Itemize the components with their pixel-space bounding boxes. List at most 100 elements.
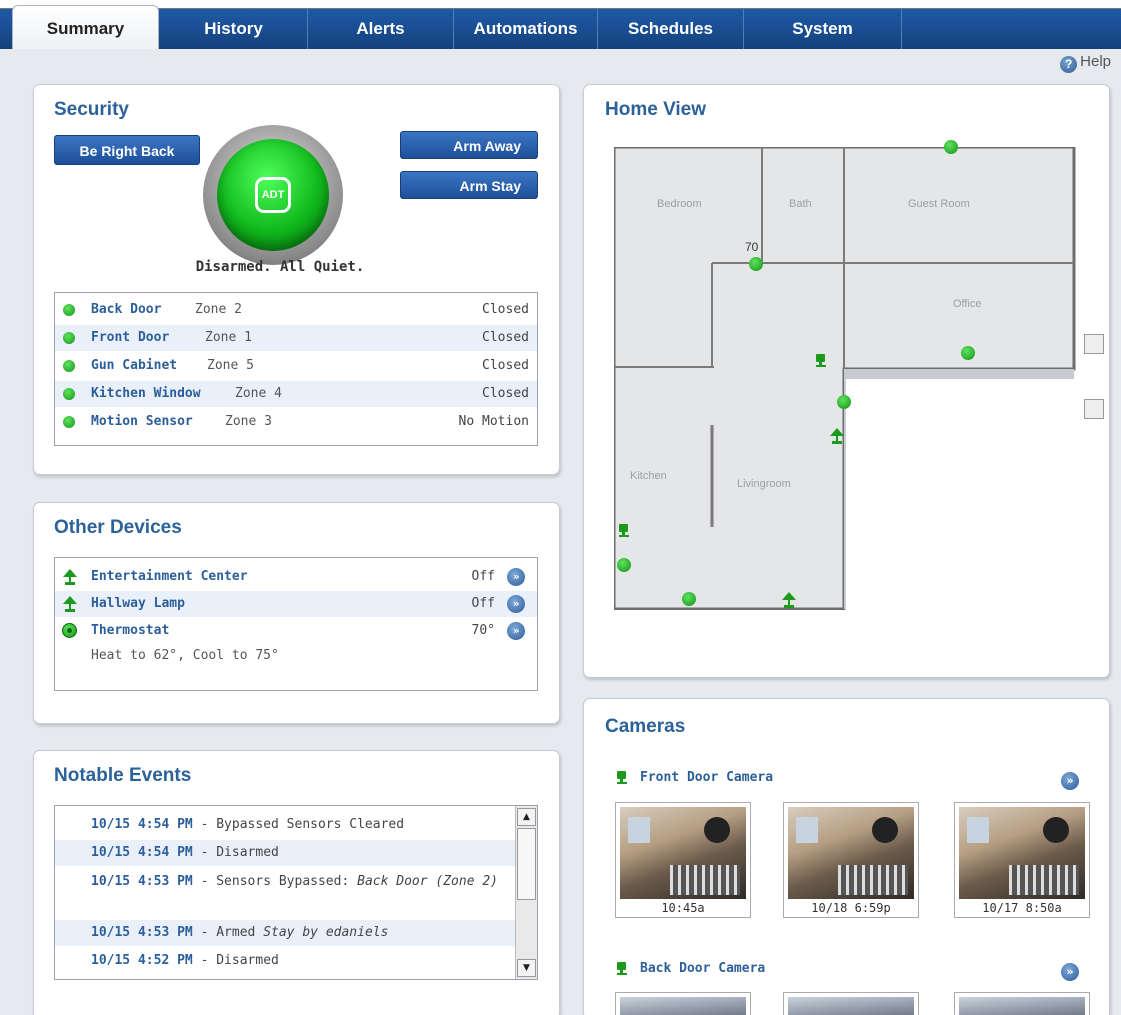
camera-thumbnail[interactable]: 10/17 8:50a [954, 802, 1090, 918]
arm-away-button[interactable]: Arm Away [400, 131, 538, 159]
device-details-button[interactable]: » [507, 595, 525, 613]
device-row[interactable]: Entertainment Center Off » [55, 564, 537, 590]
camera-icon[interactable] [815, 354, 827, 367]
zone-name[interactable]: Back Door [91, 302, 161, 317]
tab-system[interactable]: System [744, 9, 902, 49]
camera-thumbnail[interactable]: 10/18 6:59p [783, 802, 919, 918]
event-detail: Back Door (Zone 2) [357, 874, 499, 889]
camera-thumbnail[interactable]: 10:45a [615, 802, 751, 918]
zone-number: Zone 5 [207, 358, 254, 373]
event-time: 10/15 4:54 PM [91, 845, 193, 860]
zone-list: Back Door Zone 2 Closed Front Door Zone … [54, 292, 538, 446]
thermostat-detail-row: Heat to 62°, Cool to 75° [55, 643, 537, 669]
sensor-dot[interactable] [944, 140, 958, 154]
front-door-camera-title[interactable]: Front Door Camera [640, 770, 773, 785]
camera-thumbnail[interactable] [615, 992, 751, 1015]
zone-row[interactable]: Motion Sensor Zone 3 No Motion [55, 409, 537, 435]
scroll-thumb[interactable] [517, 828, 536, 900]
device-name[interactable]: Hallway Lamp [91, 596, 185, 611]
event-scrollbar[interactable]: ▲ ▼ [515, 806, 537, 979]
camera-thumbnail[interactable] [783, 992, 919, 1015]
home-view-title: Home View [605, 99, 707, 120]
snapshot-time: 10/18 6:59p [811, 901, 891, 915]
event-time: 10/15 4:53 PM [91, 874, 193, 889]
sensor-dot[interactable] [682, 592, 696, 606]
zone-number: Zone 1 [205, 330, 252, 345]
tab-schedules[interactable]: Schedules [598, 9, 744, 49]
zone-row[interactable]: Front Door Zone 1 Closed [55, 325, 537, 351]
floor-plan-toggle-icon[interactable] [1084, 399, 1104, 419]
sensor-dot[interactable] [617, 558, 631, 572]
security-title: Security [54, 99, 129, 120]
device-row[interactable]: Thermostat 70° » [55, 618, 537, 644]
zone-number: Zone 4 [235, 386, 282, 401]
zone-row[interactable]: Kitchen Window Zone 4 Closed [55, 381, 537, 407]
tab-summary[interactable]: Summary [12, 5, 159, 49]
room-label: Guest Room [908, 198, 970, 210]
zone-row[interactable]: Back Door Zone 2 Closed [55, 297, 537, 323]
zone-state: Closed [482, 386, 529, 401]
zone-name[interactable]: Motion Sensor [91, 414, 193, 429]
tab-bar: Summary History Alerts Automations Sched… [0, 5, 1121, 49]
device-row[interactable]: Hallway Lamp Off » [55, 591, 537, 617]
lamp-icon [63, 596, 77, 612]
adt-light: ADT [217, 139, 329, 251]
be-right-back-button[interactable]: Be Right Back [54, 135, 200, 165]
lamp-icon[interactable] [782, 592, 796, 608]
device-name[interactable]: Entertainment Center [91, 569, 248, 584]
lamp-icon[interactable] [830, 428, 844, 444]
event-time: 10/15 4:54 PM [91, 817, 193, 832]
device-details-button[interactable]: » [507, 622, 525, 640]
zone-state: Closed [482, 302, 529, 317]
device-state: Off [471, 569, 495, 584]
arm-stay-button[interactable]: Arm Stay [400, 171, 538, 199]
camera-snapshot [620, 807, 746, 899]
sensor-dot[interactable] [961, 346, 975, 360]
event-list: 10/15 4:54 PM - Bypassed Sensors Cleared… [54, 805, 538, 980]
zone-ok-icon [63, 416, 75, 428]
camera-snapshot [788, 807, 914, 899]
event-text: - Disarmed [192, 953, 279, 968]
back-door-camera-title[interactable]: Back Door Camera [640, 961, 765, 976]
event-text: - Disarmed [192, 845, 279, 860]
zone-state: Closed [482, 330, 529, 345]
event-row: 10/15 4:54 PM - Disarmed [55, 840, 515, 866]
event-time: 10/15 4:53 PM [91, 925, 193, 940]
camera-icon [616, 771, 628, 784]
back-camera-expand-button[interactable]: » [1061, 963, 1079, 981]
event-row: 10/15 4:53 PM - Armed Stay by edaniels [55, 920, 515, 946]
event-detail: Stay by edaniels [263, 925, 389, 940]
device-name[interactable]: Thermostat [91, 623, 169, 638]
notable-events-title: Notable Events [54, 765, 192, 786]
zone-name[interactable]: Gun Cabinet [91, 358, 177, 373]
camera-thumbnail[interactable] [954, 992, 1090, 1015]
zone-name[interactable]: Kitchen Window [91, 386, 201, 401]
tab-alerts[interactable]: Alerts [308, 9, 454, 49]
zone-state: Closed [482, 358, 529, 373]
device-details-button[interactable]: » [507, 568, 525, 586]
camera-snapshot [959, 997, 1085, 1015]
floor-plan-grid-icon[interactable] [1084, 334, 1104, 354]
zone-name[interactable]: Front Door [91, 330, 169, 345]
zone-number: Zone 2 [195, 302, 242, 317]
help-label: Help [1080, 53, 1111, 70]
camera-snapshot [959, 807, 1085, 899]
tab-history[interactable]: History [160, 9, 308, 49]
top-edge [0, 0, 1121, 9]
scroll-down-button[interactable]: ▼ [517, 959, 536, 977]
help-link[interactable]: ? Help [1060, 53, 1111, 73]
tab-automations[interactable]: Automations [454, 9, 598, 49]
device-list: Entertainment Center Off » Hallway Lamp … [54, 557, 538, 691]
zone-ok-icon [63, 360, 75, 372]
device-state: Off [471, 596, 495, 611]
camera-snapshot [788, 997, 914, 1015]
scroll-up-button[interactable]: ▲ [517, 808, 536, 826]
sensor-dot[interactable] [749, 257, 763, 271]
sensor-dot[interactable] [837, 395, 851, 409]
adt-status-button[interactable]: ADT [203, 125, 343, 265]
front-camera-expand-button[interactable]: » [1061, 772, 1079, 790]
thermostat-detail: Heat to 62°, Cool to 75° [91, 648, 279, 663]
camera-icon[interactable] [618, 524, 630, 537]
event-text: - Sensors Bypassed: [192, 874, 358, 889]
zone-row[interactable]: Gun Cabinet Zone 5 Closed [55, 353, 537, 379]
